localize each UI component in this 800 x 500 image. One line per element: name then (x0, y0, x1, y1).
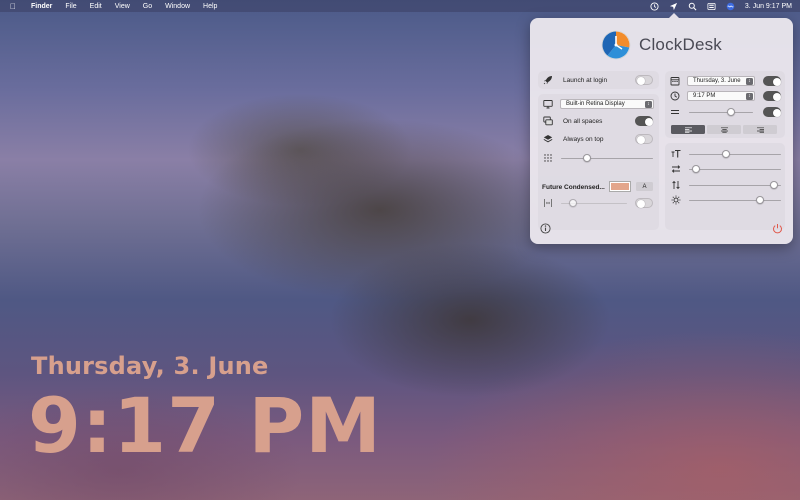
font-box: Future Condensed... A (538, 176, 659, 230)
grid-opacity-slider[interactable] (561, 154, 653, 162)
desktop-clock-date: Thursday, 3. June (31, 352, 269, 380)
appearance-box (665, 143, 785, 230)
slider-knob[interactable] (721, 150, 730, 158)
spacing-slider[interactable] (561, 199, 627, 207)
always-on-top-toggle[interactable] (635, 134, 653, 144)
align-left-button[interactable] (671, 125, 705, 134)
align-center-button[interactable] (707, 125, 741, 134)
power-icon (773, 224, 782, 234)
slider-knob[interactable] (769, 181, 778, 189)
menu-file[interactable]: File (65, 3, 76, 10)
info-button[interactable] (540, 223, 551, 234)
info-icon (540, 223, 551, 234)
font-name-label[interactable]: Future Condensed... (542, 184, 605, 191)
menu-view[interactable]: View (115, 3, 130, 10)
grid-icon (542, 153, 553, 164)
time-toggle[interactable] (763, 91, 781, 101)
app-title: ClockDesk (638, 35, 723, 54)
spacing-toggle[interactable] (635, 198, 653, 208)
layers-icon (542, 134, 553, 145)
time-format-select[interactable]: 9:17 PM ↕ (687, 91, 755, 101)
horizontal-offset-slider[interactable] (689, 165, 781, 173)
spaces-icon (542, 116, 553, 127)
launch-at-login-box: Launch at login (538, 71, 659, 89)
vertical-offset-slider[interactable] (689, 181, 781, 189)
clockdesk-panel: ClockDesk Launch at login Built-in Retin… (530, 13, 793, 244)
time-format-value: 9:17 PM (693, 93, 716, 99)
select-chevron-icon: ↕ (645, 101, 652, 108)
search-icon[interactable] (688, 2, 697, 11)
menu-window[interactable]: Window (165, 3, 190, 10)
slider-knob[interactable] (582, 154, 591, 162)
control-center-icon[interactable] (707, 2, 716, 11)
menu-help[interactable]: Help (203, 3, 217, 10)
slider-knob[interactable] (727, 108, 736, 116)
on-all-spaces-label: On all spaces (563, 117, 603, 125)
always-on-top-label: Always on top (563, 135, 604, 143)
align-right-icon (756, 126, 764, 133)
align-left-icon (684, 126, 692, 133)
separator-toggle[interactable] (763, 107, 781, 117)
slider-knob[interactable] (755, 196, 764, 204)
menu-app-name[interactable]: Finder (31, 3, 52, 10)
launch-at-login-toggle[interactable] (635, 75, 653, 85)
vertical-offset-icon (670, 180, 681, 191)
align-right-button[interactable] (743, 125, 777, 134)
date-toggle[interactable] (763, 76, 781, 86)
horizontal-offset-icon (670, 164, 681, 175)
apple-menu-icon[interactable]:  (8, 2, 18, 11)
menu-bar:  Finder File Edit View Go Window Help 3… (0, 0, 800, 12)
date-format-value: Thursday, 3. June (693, 78, 741, 84)
separator-icon (669, 107, 680, 118)
text-size-icon (670, 149, 681, 160)
desktop-clock-time: 9:17 PM (28, 381, 382, 470)
location-arrow-icon[interactable] (669, 2, 678, 11)
slider-knob[interactable] (568, 199, 577, 207)
on-all-spaces-toggle[interactable] (635, 116, 653, 126)
spacing-icon (542, 198, 553, 209)
font-picker-label: A (642, 183, 647, 190)
panel-header: ClockDesk (530, 28, 793, 62)
format-box: Thursday, 3. June ↕ 9:17 PM ↕ (665, 71, 785, 138)
display-icon (542, 99, 553, 110)
launch-at-login-label: Launch at login (563, 76, 608, 84)
clockdesk-logo-icon (601, 30, 631, 60)
slider-knob[interactable] (692, 165, 701, 173)
brightness-icon (670, 195, 681, 206)
alignment-control (671, 125, 777, 134)
size-slider[interactable] (689, 150, 781, 158)
time-icon (669, 91, 680, 102)
select-chevron-icon: ↕ (746, 93, 753, 100)
window-options-box: Built-in Retina Display ↕ On all spaces … (538, 94, 659, 186)
menu-go[interactable]: Go (143, 3, 152, 10)
font-picker-button[interactable]: A (636, 182, 653, 191)
select-chevron-icon: ↕ (746, 78, 753, 85)
display-select-value: Built-in Retina Display (566, 101, 625, 107)
siri-icon[interactable] (726, 2, 735, 11)
rocket-icon (542, 75, 553, 86)
separator-slider[interactable] (689, 108, 753, 116)
align-center-icon (720, 126, 728, 133)
menu-edit[interactable]: Edit (90, 3, 102, 10)
font-color-swatch[interactable] (609, 181, 631, 192)
display-select[interactable]: Built-in Retina Display ↕ (560, 99, 654, 109)
quit-button[interactable] (772, 223, 783, 234)
brightness-slider[interactable] (689, 196, 781, 204)
clock-icon[interactable] (650, 1, 659, 11)
date-format-select[interactable]: Thursday, 3. June ↕ (687, 76, 755, 86)
menu-bar-datetime[interactable]: 3. Jun 9:17 PM (745, 3, 792, 10)
calendar-icon (669, 76, 680, 87)
